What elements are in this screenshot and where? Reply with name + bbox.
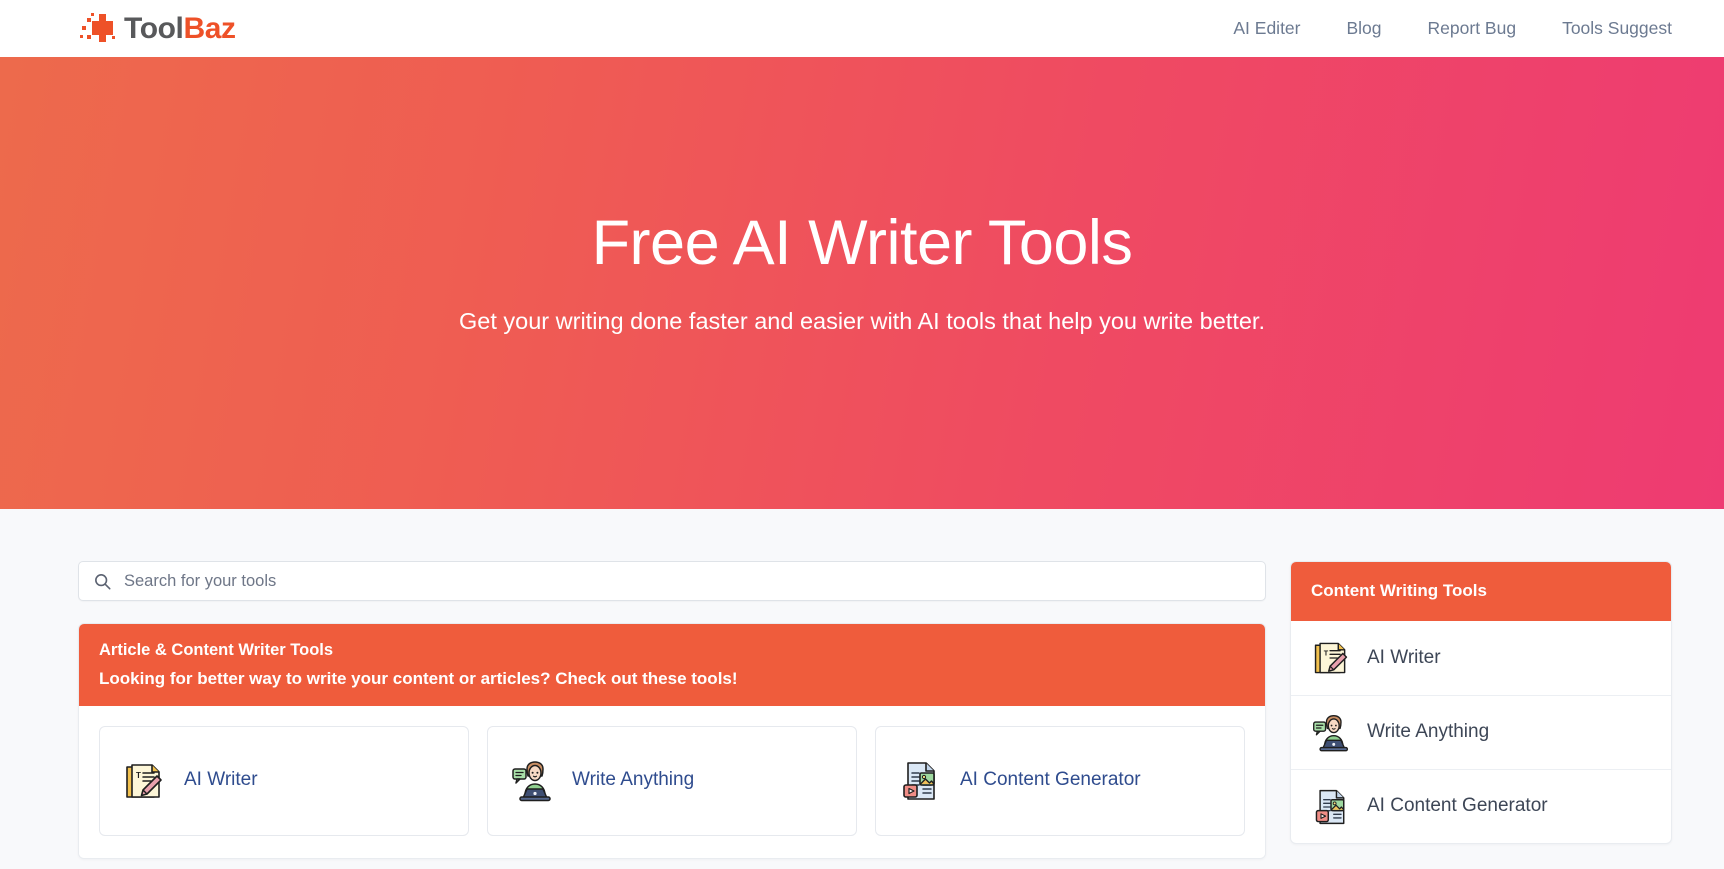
tool-card-label: AI Content Generator <box>960 769 1141 791</box>
brand-wordmark: ToolBaz <box>124 11 236 45</box>
woman-laptop-icon <box>512 761 551 802</box>
main-column: Article & Content Writer Tools Looking f… <box>78 561 1266 859</box>
svg-text:T: T <box>136 771 141 780</box>
article-content-writer-section: Article & Content Writer Tools Looking f… <box>78 623 1266 859</box>
page-content: Article & Content Writer Tools Looking f… <box>0 509 1724 869</box>
svg-text:T: T <box>1324 649 1329 658</box>
section-banner: Article & Content Writer Tools Looking f… <box>79 624 1265 706</box>
tool-card-ai-writer[interactable]: T AI Writer <box>99 725 469 836</box>
toolbaz-pixel-plus-logo-icon <box>80 12 115 42</box>
search-icon <box>95 573 111 590</box>
document-media-icon <box>903 762 935 800</box>
nav-item-report-bug[interactable]: Report Bug <box>1405 19 1540 38</box>
memo-pencil-icon: T <box>1314 643 1348 674</box>
sidebar-item-ai-content-generator[interactable]: AI Content Generator <box>1291 769 1671 843</box>
woman-laptop-icon <box>1313 714 1349 752</box>
section-title: Article & Content Writer Tools <box>99 641 334 659</box>
hero-title: Free AI Writer Tools <box>591 208 1133 278</box>
nav-item-ai-editer[interactable]: AI Editer <box>1210 19 1323 38</box>
nav-item-blog[interactable]: Blog <box>1324 19 1405 38</box>
sidebar-item-ai-writer[interactable]: T AI Writer <box>1291 621 1671 695</box>
sidebar-item-label: Write Anything <box>1367 721 1490 743</box>
nav-item-tools-suggest[interactable]: Tools Suggest <box>1539 19 1672 38</box>
brand-wordmark-accent: Baz <box>183 11 236 45</box>
site-header: ToolBaz AI Editer Blog Report Bug Tools … <box>0 0 1724 57</box>
tool-card-label: Write Anything <box>572 769 695 791</box>
brand-logo-link[interactable]: ToolBaz <box>78 11 236 47</box>
content-writing-tools-card: Content Writing Tools T AI Writer Write … <box>1290 561 1672 845</box>
sidebar-column: Content Writing Tools T AI Writer Write … <box>1290 561 1672 845</box>
hero-banner: Free AI Writer Tools Get your writing do… <box>0 57 1724 509</box>
search-bar[interactable] <box>78 561 1266 601</box>
document-media-icon <box>1315 789 1345 824</box>
sidebar-title: Content Writing Tools <box>1291 562 1671 622</box>
section-subtitle: Looking for better way to write your con… <box>99 668 738 688</box>
tool-card-grid: T AI Writer Write Anything AI Content Ge… <box>79 705 1265 858</box>
tool-card-label: AI Writer <box>184 769 258 791</box>
search-input[interactable] <box>124 571 1251 591</box>
tool-card-write-anything[interactable]: Write Anything <box>487 725 857 836</box>
tool-card-ai-content-generator[interactable]: AI Content Generator <box>875 725 1245 836</box>
sidebar-item-label: AI Content Generator <box>1367 795 1548 817</box>
main-navigation: AI Editer Blog Report Bug Tools Suggest <box>1210 19 1672 38</box>
sidebar-item-write-anything[interactable]: Write Anything <box>1291 695 1671 769</box>
sidebar-item-label: AI Writer <box>1367 646 1441 668</box>
memo-pencil-icon: T <box>126 764 162 798</box>
hero-subtitle: Get your writing done faster and easier … <box>459 308 1265 335</box>
brand-wordmark-primary: Tool <box>124 11 184 45</box>
